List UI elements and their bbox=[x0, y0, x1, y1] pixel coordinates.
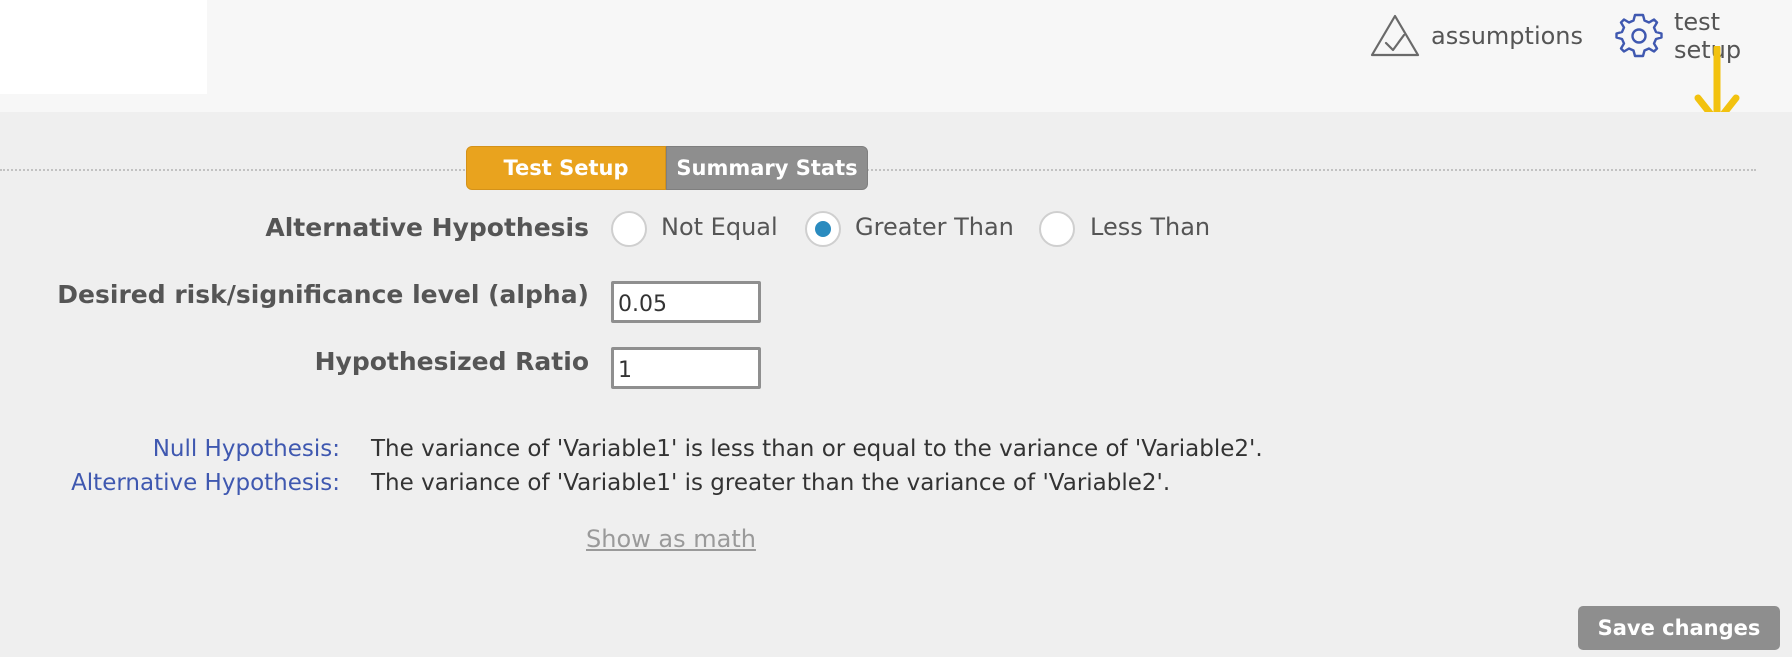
radio-greater-than[interactable] bbox=[805, 211, 841, 247]
show-as-math-link[interactable]: Show as math bbox=[586, 525, 756, 553]
radio-not-equal-label: Not Equal bbox=[661, 213, 778, 241]
header-blank-area bbox=[0, 0, 207, 94]
assumptions-link[interactable]: assumptions bbox=[1369, 14, 1583, 58]
save-changes-button[interactable]: Save changes bbox=[1578, 606, 1780, 650]
null-hypothesis-text: The variance of 'Variable1' is less than… bbox=[371, 436, 1263, 462]
assumptions-icon bbox=[1369, 13, 1421, 59]
tab-summary-stats[interactable]: Summary Stats bbox=[666, 146, 868, 190]
alternative-hypothesis-text: The variance of 'Variable1' is greater t… bbox=[371, 470, 1171, 496]
radio-not-equal[interactable] bbox=[611, 211, 647, 247]
divider bbox=[0, 169, 1756, 171]
assumptions-label: assumptions bbox=[1431, 22, 1584, 50]
header-bar: assumptions test setup bbox=[0, 0, 1792, 126]
tab-test-setup[interactable]: Test Setup bbox=[466, 146, 666, 190]
alternative-hypothesis-label-summary: Alternative Hypothesis: bbox=[71, 470, 340, 496]
radio-less-than-label: Less Than bbox=[1090, 213, 1211, 241]
alpha-label: Desired risk/significance level (alpha) bbox=[57, 280, 589, 309]
gear-icon bbox=[1614, 11, 1664, 61]
hypothesized-ratio-field[interactable] bbox=[611, 347, 761, 389]
radio-less-than[interactable] bbox=[1039, 211, 1075, 247]
null-hypothesis-label: Null Hypothesis: bbox=[152, 436, 340, 462]
hypothesized-ratio-label: Hypothesized Ratio bbox=[314, 347, 589, 376]
tab-bar: Test Setup Summary Stats bbox=[466, 146, 868, 190]
alternative-hypothesis-label: Alternative Hypothesis bbox=[265, 213, 589, 242]
alpha-field[interactable] bbox=[611, 281, 761, 323]
test-setup-panel: Test Setup Summary Stats Alternative Hyp… bbox=[0, 112, 1792, 657]
radio-greater-than-label: Greater Than bbox=[855, 213, 1014, 241]
